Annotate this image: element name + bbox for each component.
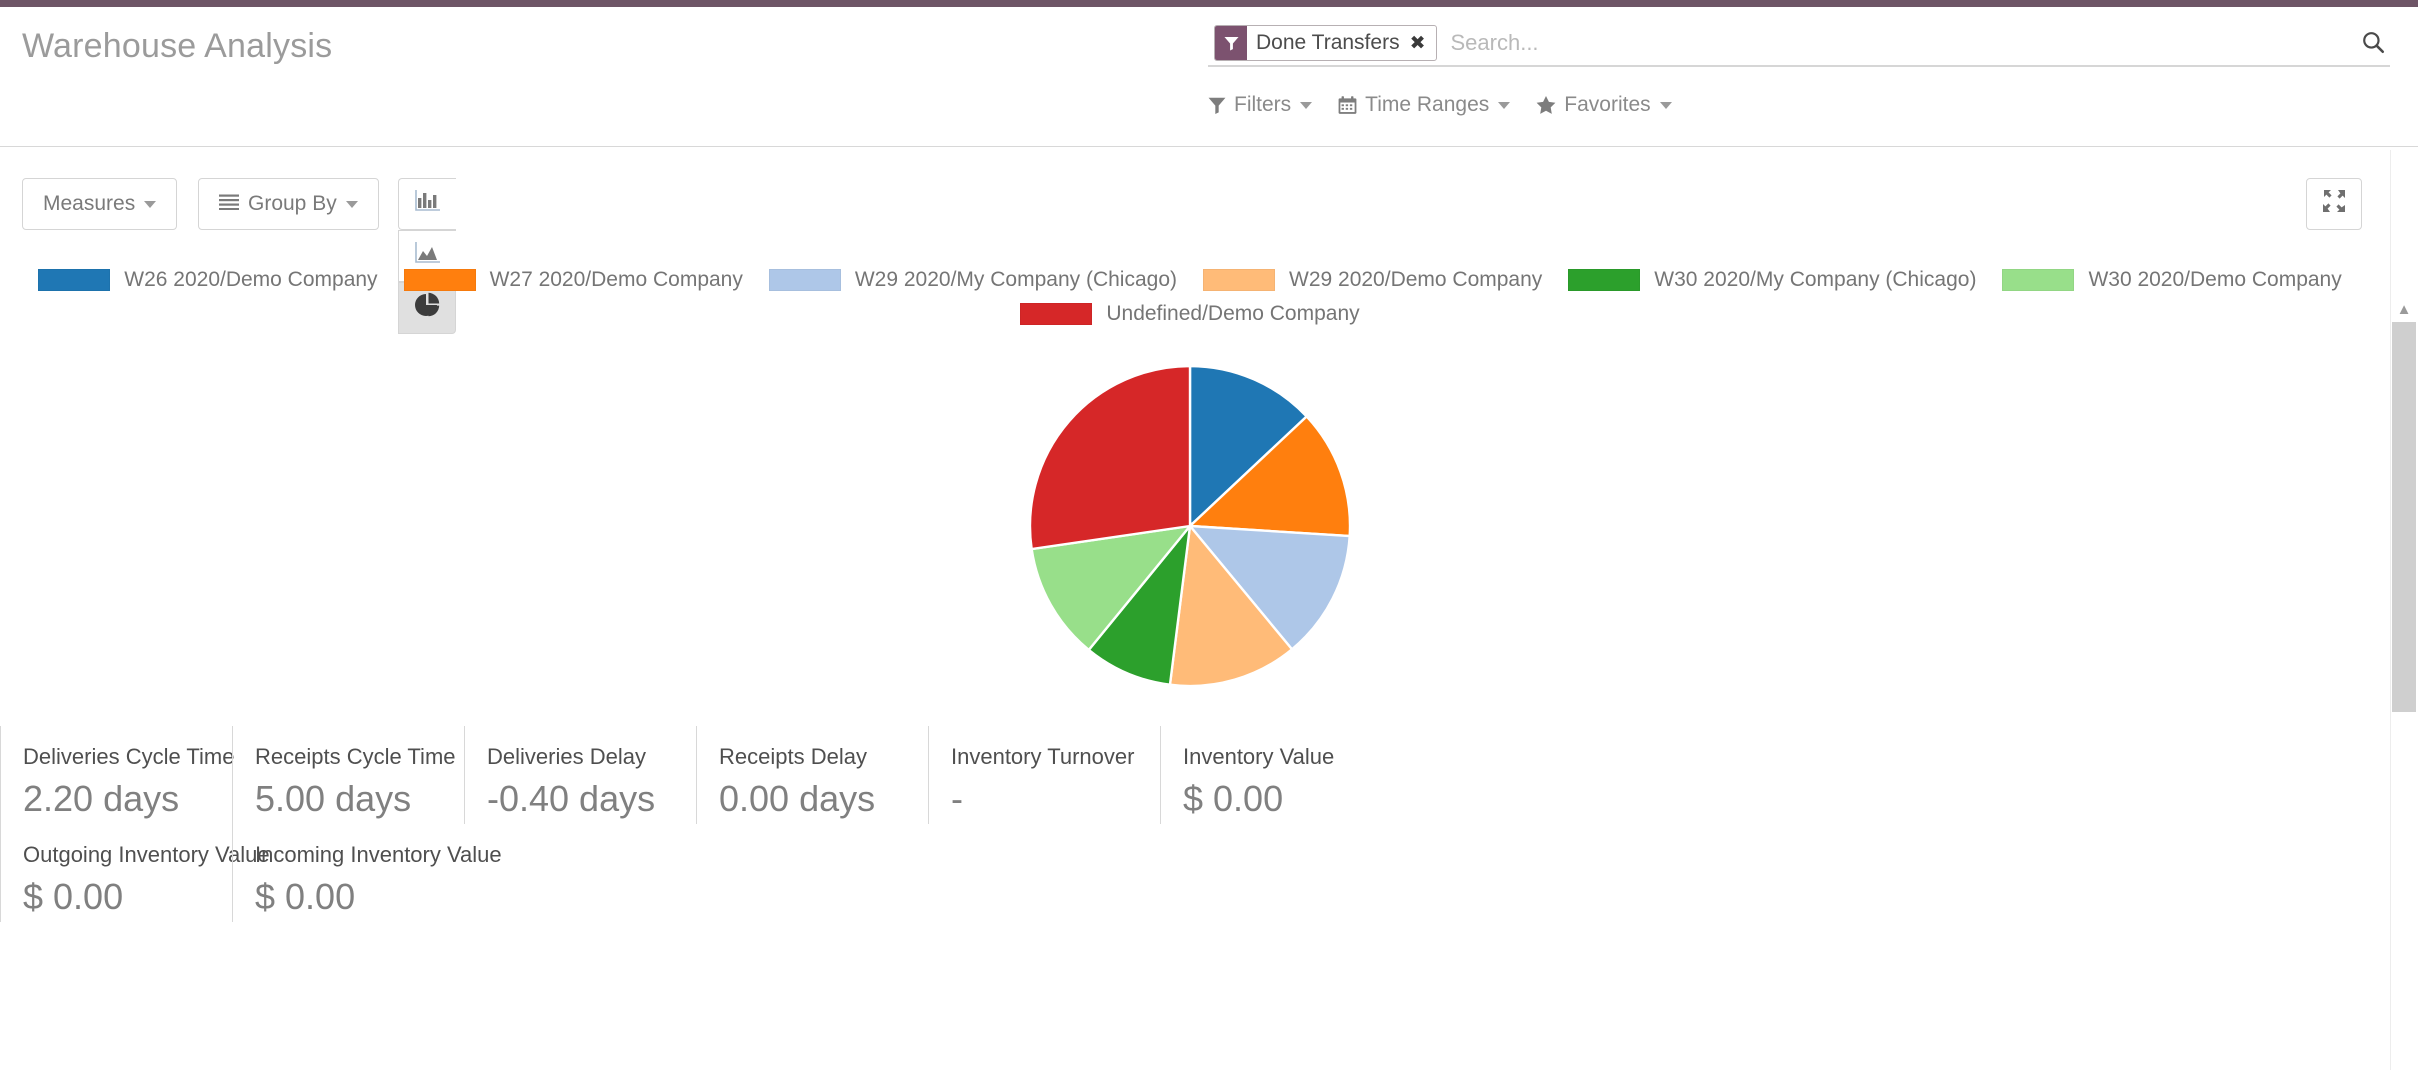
measures-strip: Deliveries Cycle Time 2.20 days Receipts C… (0, 726, 2380, 922)
favorites-menu-label: Favorites (1564, 93, 1651, 116)
filter-icon (1208, 96, 1226, 114)
filters-menu-label: Filters (1234, 93, 1292, 116)
bar-chart-button[interactable] (398, 178, 456, 230)
measure-value: 5.00 days (255, 778, 412, 819)
chevron-down-icon (1659, 101, 1672, 109)
measures-button-label: Measures (43, 192, 136, 215)
legend-item[interactable]: W27 2020/Demo Company (403, 268, 743, 292)
legend-item[interactable]: Undefined/Demo Company (1020, 302, 1360, 326)
expand-button[interactable] (2306, 178, 2362, 230)
legend-label: Undefined/Demo Company (1106, 302, 1360, 325)
calendar-icon (1338, 95, 1357, 115)
legend-swatch (1568, 269, 1641, 291)
search-view: Done Transfers ✖ (1208, 21, 2390, 67)
measure-title: Receipts Cycle Time (255, 744, 456, 769)
list-icon (219, 193, 239, 216)
legend-label: W29 2020/Demo Company (1289, 268, 1543, 291)
top-accent-band (0, 0, 2418, 7)
measures-button[interactable]: Measures (22, 178, 178, 230)
filters-menu[interactable]: Filters (1208, 93, 1313, 117)
scroll-up-arrow-icon[interactable]: ▲ (2395, 302, 2413, 317)
measure-value: 2.20 days (23, 778, 180, 819)
control-panel: Warehouse Analysis Done Transfers ✖ Sear… (0, 7, 2418, 147)
legend-label: W26 2020/Demo Company (124, 268, 378, 291)
measure-row: Deliveries Cycle Time 2.20 days Receipts C… (0, 726, 2380, 824)
view-toolbar: Measures Group By (0, 178, 2418, 334)
filter-icon (1215, 26, 1247, 60)
expand-arrows-icon (2322, 189, 2346, 219)
measure-value: $ 0.00 (255, 876, 356, 917)
measure-value: 0.00 days (719, 778, 876, 819)
legend-label: W30 2020/Demo Company (2088, 268, 2342, 291)
facet-close-icon[interactable]: ✖ (1406, 26, 1436, 60)
favorites-menu[interactable]: Favorites (1536, 93, 1672, 117)
measure-cell: Outgoing Inventory Value $ 0.00 (0, 824, 270, 922)
group-by-button[interactable]: Group By (198, 178, 379, 230)
measure-title: Outgoing Inventory Value (23, 842, 270, 867)
search-icon[interactable] (2356, 29, 2390, 62)
measure-cell: Receipts Delay 0.00 days (696, 726, 928, 824)
legend-swatch (38, 269, 111, 291)
measure-title: Inventory Value (1183, 744, 1335, 769)
bar-chart-icon (414, 189, 441, 219)
measure-value: $ 0.00 (1183, 778, 1284, 819)
chevron-down-icon (1498, 101, 1511, 109)
measure-cell: Receipts Cycle Time 5.00 days (232, 726, 464, 824)
measure-cell: Deliveries Delay -0.40 days (464, 726, 696, 824)
legend-swatch (2002, 269, 2075, 291)
search-input[interactable] (1436, 25, 2390, 61)
legend-label: W27 2020/Demo Company (489, 268, 743, 291)
legend-swatch (1203, 269, 1275, 291)
legend-swatch (403, 269, 476, 291)
measure-title: Deliveries Cycle Time (23, 744, 235, 769)
measure-value: -0.40 days (487, 778, 656, 819)
measure-cell: Deliveries Cycle Time 2.20 days (0, 726, 235, 824)
measure-cell: Inventory Turnover - (928, 726, 1160, 824)
measure-value: - (951, 778, 963, 819)
facet-label: Done Transfers (1256, 31, 1400, 54)
legend-item[interactable]: W30 2020/Demo Company (2002, 268, 2342, 292)
measure-title: Incoming Inventory Value (255, 842, 502, 867)
legend-item[interactable]: W30 2020/My Company (Chicago) (1568, 268, 1976, 292)
chart-legend: W26 2020/Demo Company W27 2020/Demo Compa… (0, 268, 2380, 326)
measure-cell: Incoming Inventory Value $ 0.00 (232, 824, 502, 922)
search-menus: Filters Time Ranges Favorites (1208, 87, 1698, 123)
chevron-down-icon (1300, 101, 1313, 109)
search-facet-done-transfers[interactable]: Done Transfers ✖ (1214, 25, 1437, 61)
vertical-scrollbar[interactable]: ▲ (2390, 150, 2418, 1070)
legend-swatch (768, 269, 841, 291)
legend-label: W30 2020/My Company (Chicago) (1654, 268, 1977, 291)
chevron-down-icon (345, 200, 358, 208)
measure-title: Deliveries Delay (487, 744, 646, 769)
time-ranges-menu[interactable]: Time Ranges (1338, 93, 1511, 117)
group-by-button-label: Group By (248, 192, 337, 215)
legend-label: W29 2020/My Company (Chicago) (854, 268, 1177, 291)
legend-swatch (1020, 303, 1093, 325)
measure-cell: Inventory Value $ 0.00 (1160, 726, 1392, 824)
chevron-down-icon (144, 200, 157, 208)
legend-item[interactable]: W29 2020/Demo Company (1203, 268, 1542, 292)
page-title: Warehouse Analysis (22, 27, 333, 65)
star-icon (1536, 95, 1556, 115)
legend-item[interactable]: W26 2020/Demo Company (38, 268, 378, 292)
scrollbar-thumb[interactable] (2392, 322, 2416, 712)
legend-item[interactable]: W29 2020/My Company (Chicago) (768, 268, 1177, 292)
measure-title: Inventory Turnover (951, 744, 1135, 769)
measure-value: $ 0.00 (23, 876, 124, 917)
pie-slice[interactable] (1028, 364, 1192, 551)
chart-area: W26 2020/Demo Company W27 2020/Demo Compa… (0, 256, 2380, 726)
measure-title: Receipts Delay (719, 744, 867, 769)
pie-chart[interactable] (0, 356, 2380, 716)
measure-row: Outgoing Inventory Value $ 0.00 Incoming I… (0, 824, 2380, 922)
time-ranges-menu-label: Time Ranges (1365, 93, 1490, 116)
